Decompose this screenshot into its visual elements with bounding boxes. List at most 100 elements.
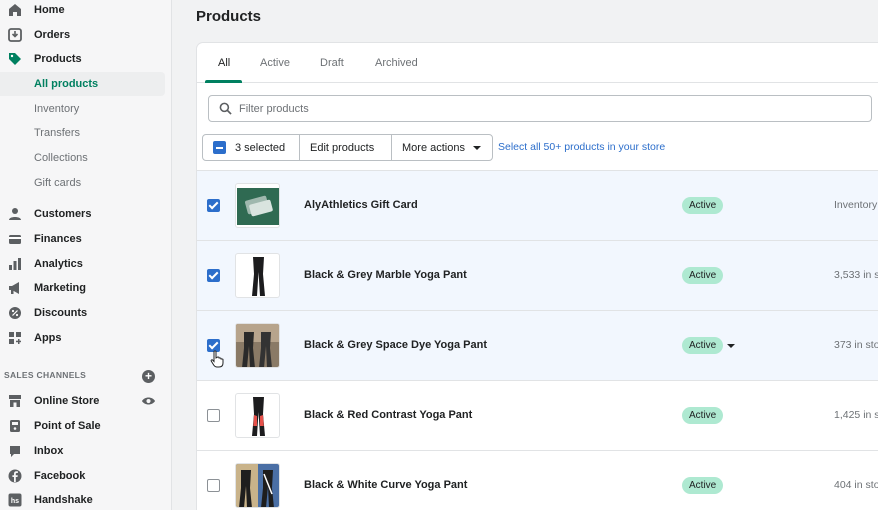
sidebar-item-gift-cards[interactable]: Gift cards — [0, 171, 165, 195]
tab-archived[interactable]: Archived — [375, 57, 418, 69]
nav-label: Apps — [34, 332, 62, 344]
sidebar: Home Orders Products All products Invent… — [0, 0, 172, 510]
status-badge: Active — [682, 407, 724, 424]
filter-products-input[interactable] — [239, 100, 839, 118]
sidebar-item-transfers[interactable]: Transfers — [0, 121, 165, 145]
product-name[interactable]: Black & Red Contrast Yoga Pant — [304, 409, 472, 421]
pos-icon — [7, 418, 23, 434]
filter-box — [208, 95, 872, 122]
search-icon — [219, 102, 232, 115]
table-row[interactable]: Black & Grey Marble Yoga Pant Active 3,5… — [197, 240, 878, 310]
sidebar-item-collections[interactable]: Collections — [0, 146, 165, 170]
svg-text:hs: hs — [11, 498, 19, 505]
product-name[interactable]: Black & White Curve Yoga Pant — [304, 479, 467, 491]
inventory-text: 373 in sto — [834, 339, 878, 351]
nav-label: Inbox — [34, 445, 64, 457]
more-actions-button[interactable]: More actions — [392, 135, 492, 160]
sales-channels-header: SALES CHANNELS — [4, 370, 87, 380]
indeterminate-checkbox[interactable] — [213, 141, 226, 154]
discount-icon — [7, 305, 23, 321]
nav-home[interactable]: Home — [0, 0, 172, 22]
product-thumbnail — [235, 253, 280, 298]
status-badge: Active — [682, 197, 724, 214]
selected-count-label: 3 selected — [235, 141, 286, 154]
nav-orders[interactable]: Orders — [0, 23, 172, 47]
orders-icon — [7, 27, 23, 43]
analytics-icon — [7, 256, 23, 272]
customers-icon — [7, 206, 23, 222]
sidebar-item-all-products[interactable]: All products — [0, 72, 165, 96]
table-row[interactable]: Black & White Curve Yoga Pant Active 404… — [197, 450, 878, 510]
nav-products[interactable]: Products — [0, 47, 172, 71]
inventory-text: 3,533 in s — [834, 269, 878, 281]
inbox-icon — [7, 443, 23, 459]
select-all-link[interactable]: Select all 50+ products in your store — [498, 141, 665, 153]
product-thumbnail — [235, 183, 280, 228]
tab-active[interactable]: Active — [260, 57, 290, 69]
bulk-actions-bar: 3 selected Edit products More actions — [202, 134, 493, 161]
nav-label: Finances — [34, 233, 82, 245]
edit-products-button[interactable]: Edit products — [300, 135, 392, 160]
apps-icon — [7, 330, 23, 346]
nav-finances[interactable]: Finances — [0, 227, 172, 251]
handshake-icon: hs — [7, 492, 23, 508]
table-row[interactable]: Black & Grey Space Dye Yoga Pant Active … — [197, 310, 878, 380]
table-row[interactable]: AlyAthletics Gift Card Active Inventory — [197, 170, 878, 240]
nav-customers[interactable]: Customers — [0, 202, 172, 226]
finances-icon — [7, 231, 23, 247]
nav-discounts[interactable]: Discounts — [0, 301, 172, 325]
sidebar-item-label: Collections — [34, 152, 88, 164]
nav-orders-label: Orders — [34, 29, 71, 41]
eye-icon[interactable] — [141, 394, 156, 408]
add-channel-button[interactable]: + — [142, 370, 155, 383]
row-checkbox[interactable] — [207, 409, 220, 422]
sidebar-item-label: Gift cards — [34, 177, 82, 189]
home-icon — [7, 2, 23, 18]
product-thumbnail — [235, 463, 280, 508]
facebook-icon — [7, 468, 23, 484]
edit-products-label: Edit products — [310, 141, 375, 154]
hand-pointer-icon — [210, 350, 224, 368]
nav-facebook[interactable]: Facebook — [0, 464, 172, 488]
nav-label: Handshake — [34, 494, 93, 506]
row-checkbox[interactable] — [207, 479, 220, 492]
status-badge[interactable]: Active — [682, 337, 724, 354]
inventory-text: Inventory — [834, 199, 878, 211]
status-tabs: All Active Draft Archived — [197, 43, 878, 83]
nav-label: Facebook — [34, 470, 86, 482]
sidebar-item-label: Inventory — [34, 103, 80, 115]
megaphone-icon — [7, 280, 23, 296]
store-icon — [7, 393, 23, 409]
product-name[interactable]: AlyAthletics Gift Card — [304, 199, 418, 211]
nav-home-label: Home — [34, 4, 65, 16]
nav-label: Discounts — [34, 307, 88, 319]
table-row[interactable]: Black & Red Contrast Yoga Pant Active 1,… — [197, 380, 878, 450]
nav-apps[interactable]: Apps — [0, 326, 172, 350]
nav-handshake[interactable]: hs Handshake — [0, 488, 172, 510]
sidebar-item-inventory[interactable]: Inventory — [0, 97, 165, 121]
sidebar-item-label: Transfers — [34, 127, 81, 139]
product-thumbnail — [235, 323, 280, 368]
tab-all[interactable]: All — [218, 57, 230, 69]
nav-point-of-sale[interactable]: Point of Sale — [0, 414, 172, 438]
status-dropdown-icon[interactable] — [727, 344, 735, 348]
nav-analytics[interactable]: Analytics — [0, 252, 172, 276]
nav-marketing[interactable]: Marketing — [0, 276, 172, 300]
nav-inbox[interactable]: Inbox — [0, 439, 172, 463]
tab-draft[interactable]: Draft — [320, 57, 344, 69]
nav-label: Analytics — [34, 258, 83, 270]
status-badge: Active — [682, 477, 724, 494]
more-actions-label: More actions — [402, 141, 465, 154]
tag-icon — [7, 51, 23, 67]
inventory-text: 1,425 in s — [834, 409, 878, 421]
selected-count-button[interactable]: 3 selected — [203, 135, 300, 160]
nav-label: Online Store — [34, 395, 100, 407]
row-checkbox[interactable] — [207, 269, 220, 282]
row-checkbox[interactable] — [207, 199, 220, 212]
product-name[interactable]: Black & Grey Space Dye Yoga Pant — [304, 339, 487, 351]
products-card: All Active Draft Archived 3 selected Edi… — [197, 43, 878, 510]
product-name[interactable]: Black & Grey Marble Yoga Pant — [304, 269, 467, 281]
active-tab-indicator — [205, 80, 242, 83]
nav-label: Point of Sale — [34, 420, 101, 432]
status-badge: Active — [682, 267, 724, 284]
